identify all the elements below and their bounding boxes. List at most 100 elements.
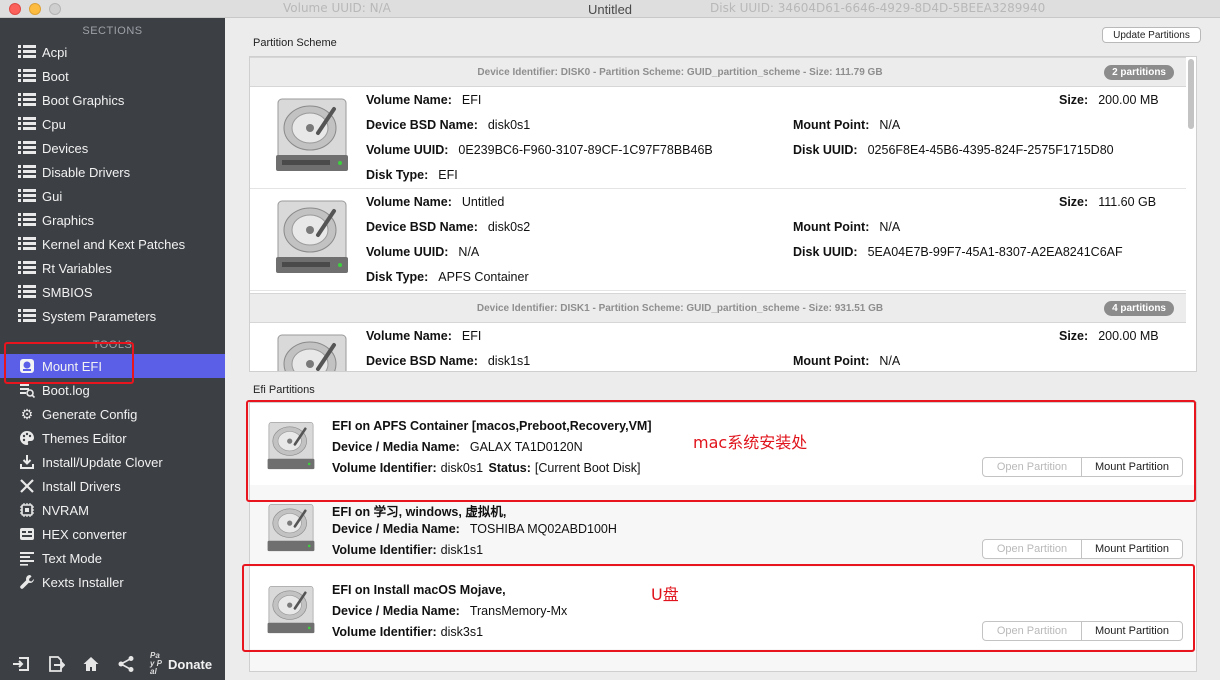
sidebar-item-disable-drivers[interactable]: Disable Drivers: [0, 160, 225, 184]
partition-row[interactable]: Volume Name: Untitled Device BSD Name: dis…: [250, 189, 1186, 291]
partition-count-badge: 4 partitions: [1104, 301, 1174, 316]
disk-type: Disk Type: EFI: [366, 168, 458, 182]
export-icon[interactable]: [43, 653, 69, 675]
volume-uuid: Volume UUID: 0E239BC6-F960-3107-89CF-1C97…: [366, 143, 713, 157]
partition-size: Size: 200.00 MB: [1059, 329, 1159, 343]
sidebar-item-label: Text Mode: [42, 550, 102, 566]
sidebar-item-rt-variables[interactable]: Rt Variables: [0, 256, 225, 280]
sidebar-item-graphics[interactable]: Graphics: [0, 208, 225, 232]
sidebar-item-kernel-kext-patches[interactable]: Kernel and Kext Patches: [0, 232, 225, 256]
list-icon: [17, 236, 37, 252]
volume-uuid: Volume UUID: N/A: [366, 245, 480, 259]
mount-partition-button[interactable]: Mount Partition: [1082, 540, 1182, 558]
disk-header-text: Device Identifier: DISK1 - Partition Sch…: [476, 303, 884, 314]
volume-name: Volume Name: EFI: [366, 329, 482, 343]
sidebar-item-label: Disable Drivers: [42, 164, 131, 180]
disk-type: Disk Type: APFS Container: [366, 270, 529, 284]
sidebar-item-nvram[interactable]: NVRAM: [0, 498, 225, 522]
sidebar-item-system-parameters[interactable]: System Parameters: [0, 304, 225, 328]
list-icon: [17, 212, 37, 228]
partition-row[interactable]: Volume Name: EFI Device BSD Name: disk0s1 …: [250, 87, 1186, 189]
partition-size: Size: 111.60 GB: [1059, 195, 1157, 209]
mount-point: Mount Point: N/A: [793, 118, 901, 132]
sidebar-item-themes-editor[interactable]: Themes Editor: [0, 426, 225, 450]
hard-drive-icon: [267, 503, 315, 552]
sidebar-item-smbios[interactable]: SMBIOS: [0, 280, 225, 304]
update-partitions-button[interactable]: Update Partitions: [1102, 27, 1201, 43]
palette-icon: [17, 430, 37, 446]
sidebar-toolbar: Pay Pal Donate: [0, 648, 225, 680]
sidebar-item-install-drivers[interactable]: Install Drivers: [0, 474, 225, 498]
list-icon: [17, 44, 37, 60]
sidebar-item-label: HEX converter: [42, 526, 127, 542]
media-name: Device / Media Name: TOSHIBA MQ02ABD100H: [332, 522, 617, 536]
disk-uuid: Disk UUID: 0256F8E4-45B6-4395-824F-2575F1…: [793, 143, 1114, 157]
import-icon[interactable]: [8, 653, 34, 675]
list-icon: [17, 164, 37, 180]
disk-header: Device Identifier: DISK1 - Partition Sch…: [250, 293, 1186, 323]
sidebar-item-label: SMBIOS: [42, 284, 93, 300]
sidebar-item-hex-converter[interactable]: HEX converter: [0, 522, 225, 546]
sidebar-item-label: Kexts Installer: [42, 574, 124, 590]
efi-partitions-label: Efi Partitions: [253, 384, 315, 396]
sidebar-item-boot-graphics[interactable]: Boot Graphics: [0, 88, 225, 112]
list-icon: [17, 140, 37, 156]
partition-scheme-label: Partition Scheme: [253, 37, 337, 49]
mount-point: Mount Point: N/A: [793, 354, 901, 368]
title-bar: Volume UUID: N/A Disk UUID: 34604D61-664…: [0, 0, 1220, 18]
sidebar-item-generate-config[interactable]: ⚙ Generate Config: [0, 402, 225, 426]
wrench-icon: [17, 574, 37, 590]
sidebar-item-label: Boot: [42, 68, 69, 84]
partition-size: Size: 200.00 MB: [1059, 93, 1159, 107]
sidebar-item-label: Cpu: [42, 116, 66, 132]
window-title: Untitled: [587, 2, 633, 17]
donate-label: Donate: [168, 656, 213, 672]
efi-title: EFI on 学习, windows, 虚拟机,: [332, 505, 507, 519]
sidebar-item-label: System Parameters: [42, 308, 157, 324]
volume-identifier: Volume Identifier: disk1s1: [332, 543, 484, 557]
hex-icon: [17, 526, 37, 542]
sidebar-item-cpu[interactable]: Cpu: [0, 112, 225, 136]
mount-point: Mount Point: N/A: [793, 220, 901, 234]
sidebar-item-text-mode[interactable]: Text Mode: [0, 546, 225, 570]
app-window: Volume UUID: N/A Disk UUID: 34604D61-664…: [0, 0, 1220, 680]
annotation-box-efi-usb: [242, 564, 1195, 652]
share-icon[interactable]: [113, 653, 139, 675]
volume-name: Volume Name: EFI: [366, 93, 482, 107]
disk-header-text: Device Identifier: DISK0 - Partition Sch…: [477, 67, 883, 78]
hard-drive-icon: [277, 334, 347, 371]
home-icon[interactable]: [78, 653, 104, 675]
annotation-box-mount-efi: [4, 342, 134, 384]
sidebar-item-devices[interactable]: Devices: [0, 136, 225, 160]
sidebar-item-label: Install/Update Clover: [42, 454, 163, 470]
vertical-scrollbar[interactable]: [1187, 59, 1195, 369]
disk-header: Device Identifier: DISK0 - Partition Sch…: [250, 57, 1186, 87]
list-icon: [17, 308, 37, 324]
sidebar-item-label: Boot Graphics: [42, 92, 125, 108]
sidebar-item-acpi[interactable]: Acpi: [0, 40, 225, 64]
sidebar-item-boot[interactable]: Boot: [0, 64, 225, 88]
paypal-logo: Pay Pal: [150, 651, 163, 676]
list-icon: [17, 92, 37, 108]
list-icon: [17, 284, 37, 300]
partition-scheme-list[interactable]: Device Identifier: DISK0 - Partition Sch…: [249, 56, 1197, 372]
sidebar-item-label: Themes Editor: [42, 430, 127, 446]
list-icon: [17, 260, 37, 276]
sidebar-item-label: Rt Variables: [42, 260, 112, 276]
scrollbar-thumb[interactable]: [1188, 59, 1194, 129]
partition-count-badge: 2 partitions: [1104, 65, 1174, 80]
sidebar-item-kexts-installer[interactable]: Kexts Installer: [0, 570, 225, 594]
annotation-box-efi-mac: [246, 400, 1196, 502]
sidebar-item-install-update-clover[interactable]: Install/Update Clover: [0, 450, 225, 474]
donate-button[interactable]: Pay Pal Donate: [150, 652, 212, 676]
sidebar-item-label: Devices: [42, 140, 89, 156]
sidebar-item-gui[interactable]: Gui: [0, 184, 225, 208]
volume-name: Volume Name: Untitled: [366, 195, 505, 209]
partition-row[interactable]: Volume Name: EFI Device BSD Name: disk1s1 …: [250, 323, 1186, 371]
hard-drive-icon: [276, 200, 348, 273]
gears-icon: ⚙: [20, 405, 34, 422]
bsd-name: Device BSD Name: disk0s2: [366, 220, 531, 234]
tools-icon: [17, 478, 37, 494]
open-partition-button[interactable]: Open Partition: [983, 540, 1082, 558]
chip-icon: [17, 502, 37, 518]
